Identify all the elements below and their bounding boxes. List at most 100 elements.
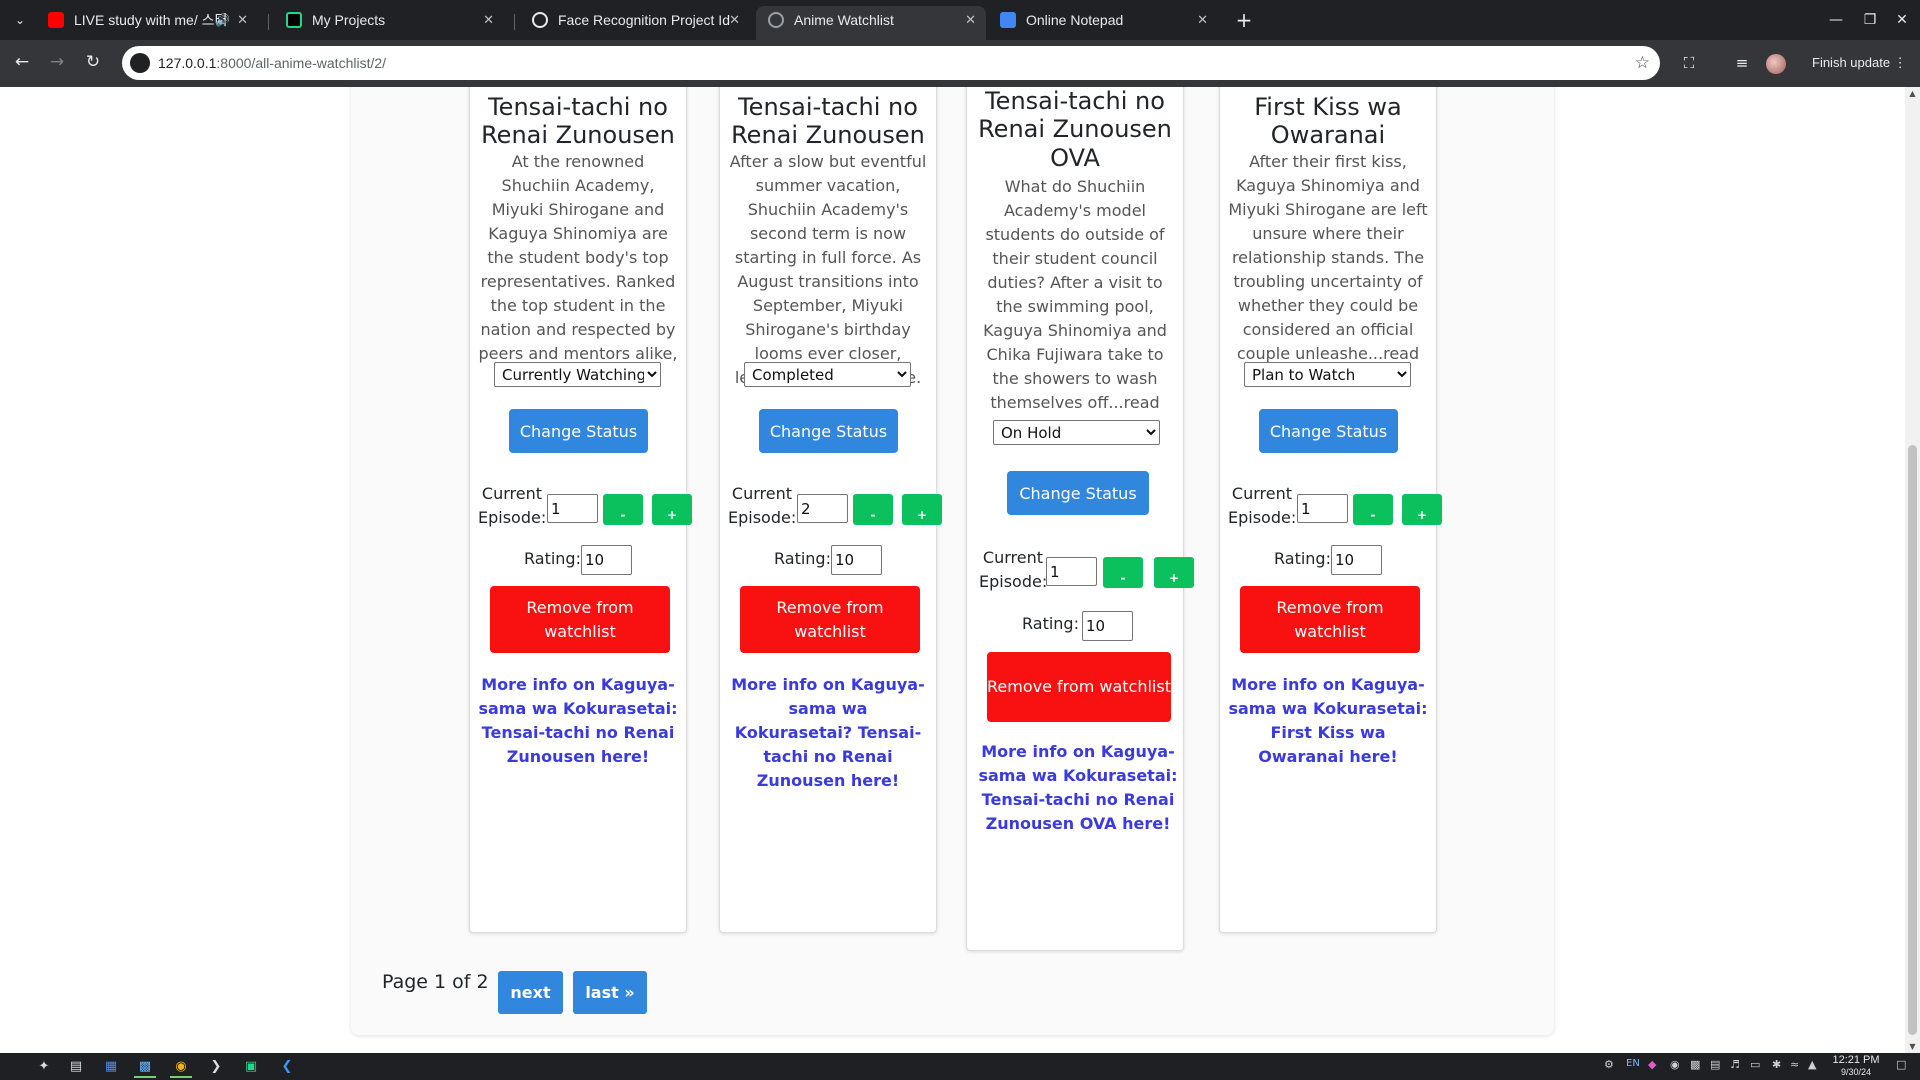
episode-decrement-button[interactable]: - [603,494,643,525]
last-page-button[interactable]: last » [573,971,647,1014]
episode-increment-button[interactable]: + [652,494,692,525]
remove-from-watchlist-button[interactable]: Remove from watchlist [740,586,920,653]
change-status-button[interactable]: Change Status [759,409,898,453]
change-status-button[interactable]: Change Status [1259,409,1398,453]
status-select[interactable]: Completed [744,362,911,387]
page-indicator: Page 1 of 2 [382,971,489,993]
bluetooth-icon[interactable]: ✱ [1772,1058,1781,1071]
episode-increment-button[interactable]: + [1402,494,1442,525]
pycharm-taskbar-icon[interactable]: ▣ [240,1056,262,1078]
file-manager-icon[interactable]: ▦ [100,1056,122,1078]
change-status-button[interactable]: Change Status [1007,471,1149,515]
url-text[interactable]: 127.0.0.1:8000/all-anime-watchlist/2/ [158,46,386,80]
url-path: :8000/all-anime-watchlist/2/ [216,55,387,71]
tab-face-recognition[interactable]: Face Recognition Project Id ✕ [520,6,750,40]
close-icon[interactable]: ✕ [237,6,248,34]
reload-icon[interactable]: ↻ [81,50,105,74]
scroll-down-arrow-icon[interactable]: ▼ [1905,1042,1920,1051]
current-episode-label: Current Episode: [728,484,797,527]
more-info-link[interactable]: More info on Kaguya-sama wa Kokurasetai:… [1228,673,1428,769]
close-icon[interactable]: ✕ [729,6,740,34]
rating-input[interactable] [1082,611,1133,641]
finish-update-button[interactable]: Finish update ⋮ [1800,50,1919,76]
terminal-icon[interactable]: ❯ [205,1056,227,1078]
rating-input[interactable] [831,545,882,575]
clock-time: 12:21 PM [1832,1054,1880,1066]
app-tray-icon[interactable]: ◆ [1648,1058,1656,1071]
page-scrollbar[interactable]: ▲ ▼ [1905,87,1920,1053]
back-icon[interactable]: ← [10,50,34,74]
task-view-icon[interactable]: ▤ [65,1056,87,1078]
record-icon[interactable]: ◉ [1670,1058,1680,1071]
tab-search-icon[interactable]: ⌄ [10,10,30,30]
more-info-link[interactable]: More info on Kaguya-sama wa Kokurasetai:… [977,740,1179,836]
episode-decrement-button[interactable]: - [1103,557,1143,588]
anime-description: After their first kiss, Kaguya Shinomiya… [1228,152,1428,387]
volume-icon[interactable]: ♬ [1730,1058,1740,1071]
remove-from-watchlist-button[interactable]: Remove from watchlist [987,652,1171,722]
taskbar-clock[interactable]: 12:21 PM 9/30/24 [1826,1054,1886,1078]
tab-my-projects[interactable]: My Projects ✕ [274,6,504,40]
minimize-icon[interactable]: — [1824,8,1848,32]
current-episode-input[interactable] [1046,557,1097,586]
close-window-icon[interactable]: ✕ [1890,8,1914,32]
anime-description: What do Shuchiin Academy's model student… [983,177,1167,436]
more-info-link[interactable]: More info on Kaguya-sama wa Kokurasetai?… [728,673,928,793]
profile-avatar[interactable] [1766,54,1786,74]
bookmark-star-icon[interactable]: ☆ [1635,46,1650,80]
tray-expand-icon[interactable]: ▲ [1808,1058,1816,1071]
new-tab-button[interactable]: + [1232,6,1256,34]
site-info-icon[interactable] [130,53,150,73]
battery-icon[interactable]: ▭ [1750,1058,1760,1071]
more-info-link[interactable]: More info on Kaguya-sama wa Kokurasetai:… [478,673,678,769]
close-icon[interactable]: ✕ [1197,6,1208,34]
tab-online-notepad[interactable]: Online Notepad ✕ [988,6,1218,40]
scrollbar-thumb[interactable] [1908,445,1917,1035]
rating-input[interactable] [581,545,632,575]
vscode-icon[interactable]: ❮ [276,1056,298,1078]
address-bar[interactable]: 127.0.0.1:8000/all-anime-watchlist/2/ ☆ [122,46,1660,80]
remove-from-watchlist-button[interactable]: Remove from watchlist [490,586,670,653]
close-icon[interactable]: ✕ [965,6,976,34]
current-episode-input[interactable] [797,494,848,523]
globe-icon [768,12,784,28]
speaker-icon[interactable]: 🔊 [215,6,230,34]
clock-date: 9/30/24 [1840,1067,1872,1077]
forward-icon[interactable]: → [45,50,69,74]
episode-increment-button[interactable]: + [902,494,942,525]
rating-label: Rating: [1274,549,1331,568]
episode-decrement-button[interactable]: - [1353,494,1393,525]
status-select[interactable]: Plan to Watch [1244,362,1411,387]
tab-separator [268,14,269,30]
wifi-icon[interactable]: ≈ [1790,1058,1799,1071]
anime-title: wa Kokurasetai: First Kiss wa Owaranai [1233,87,1423,149]
next-page-button[interactable]: next [498,971,563,1014]
episode-decrement-button[interactable]: - [853,494,893,525]
settings-tray-icon[interactable]: ⚙ [1604,1058,1614,1071]
current-episode-input[interactable] [547,494,598,523]
restore-icon[interactable]: ❐ [1858,8,1882,32]
rating-input[interactable] [1331,545,1382,575]
chrome-icon[interactable]: ◉ [170,1056,192,1078]
app-store-icon[interactable]: ▩ [134,1056,156,1078]
tab-anime-watchlist[interactable]: Anime Watchlist ✕ [756,6,986,40]
notifications-icon[interactable]: □ [1896,1058,1906,1071]
language-indicator[interactable]: EN [1626,1058,1640,1069]
tab-youtube[interactable]: LIVE study with me/ 스터 🔊 ✕ [36,6,258,40]
launcher-icon[interactable]: ✦ [33,1056,55,1078]
status-select[interactable]: On Hold [993,420,1160,445]
episode-increment-button[interactable]: + [1154,557,1194,588]
close-icon[interactable]: ✕ [483,6,494,34]
change-status-button[interactable]: Change Status [509,409,648,453]
media-control-icon[interactable]: ≡ [1730,51,1754,75]
youtube-icon [48,12,64,28]
current-episode-input[interactable] [1297,494,1348,523]
remove-from-watchlist-button[interactable]: Remove from watchlist [1240,586,1420,653]
rating-label: Rating: [524,549,581,568]
storage-icon[interactable]: ▤ [1710,1058,1720,1071]
anime-title: wa Kokurasetai? Tensai-tachi no Renai Zu… [731,87,926,149]
status-select[interactable]: Currently Watching [494,362,661,387]
scroll-up-arrow-icon[interactable]: ▲ [1905,89,1920,98]
clipboard-icon[interactable]: ▩ [1690,1058,1700,1071]
extensions-icon[interactable]: ⛶ [1677,51,1701,75]
